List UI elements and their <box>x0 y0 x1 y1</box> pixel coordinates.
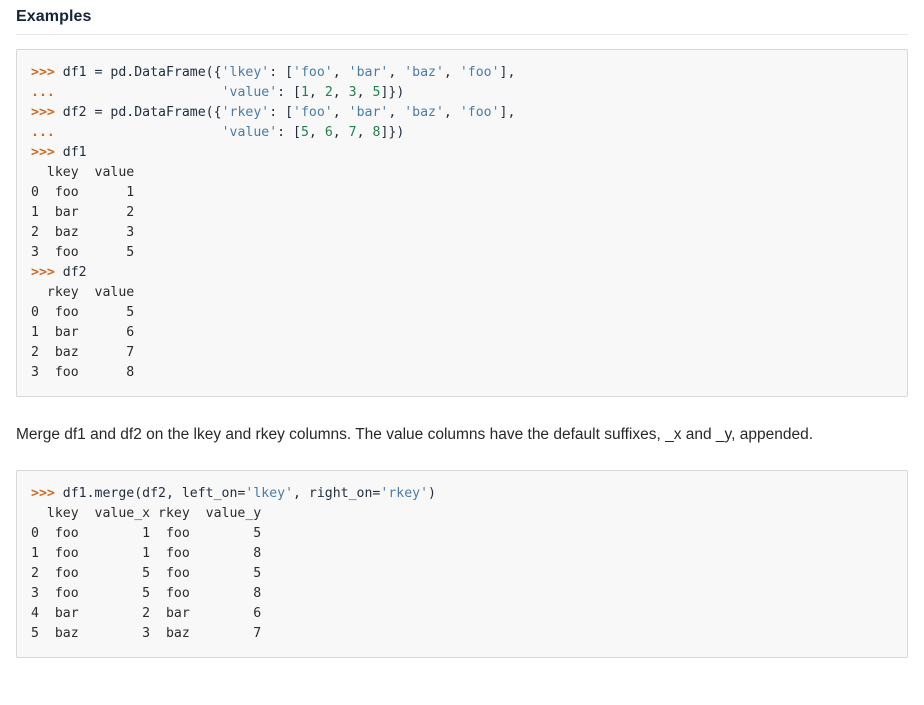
code-token-out: 3 foo 5 <box>31 245 135 260</box>
code-token-out: 0 foo 1 <box>31 185 135 200</box>
page-title: Examples <box>16 8 92 25</box>
code-token-plain: , <box>388 105 405 120</box>
code-token-prompt: >>> <box>31 65 63 80</box>
code-token-plain: ) <box>428 486 436 501</box>
code-token-out: lkey value_x rkey value_y <box>31 506 262 521</box>
code-token-str: 'rkey' <box>380 486 429 501</box>
code-token-out: rkey value <box>31 285 135 300</box>
code-token-out: 1 foo 1 foo 8 <box>31 546 262 561</box>
code-token-str: 'lkey' <box>245 486 294 501</box>
code-token-plain: ]}) <box>380 125 405 140</box>
code-token-cont: ... <box>31 125 63 140</box>
code-token-prompt: >>> <box>31 486 63 501</box>
code-token-str: 'value' <box>221 85 278 100</box>
code-token-num: 2 <box>324 85 333 100</box>
code-token-num: 3 <box>348 85 357 100</box>
documentation-page: Examples >>> df1 = pd.DataFrame({'lkey':… <box>0 0 924 658</box>
code-token-out: 2 foo 5 foo 5 <box>31 566 262 581</box>
code-token-str: 'lkey' <box>221 65 270 80</box>
code-content-result: >>> df1.merge(df2, left_on='lkey', right… <box>31 484 893 644</box>
code-token-plain: , <box>308 125 325 140</box>
code-token-str: 'baz' <box>404 65 444 80</box>
code-token-plain: , <box>388 65 405 80</box>
code-token-prompt: >>> <box>31 265 63 280</box>
code-token-plain: , <box>332 85 349 100</box>
code-token-plain: ], <box>499 105 516 120</box>
code-token-out: 4 bar 2 bar 6 <box>31 606 262 621</box>
code-token-plain: , <box>356 85 373 100</box>
code-token-plain: df2 = pd.DataFrame({ <box>62 105 222 120</box>
code-token-str: 'foo' <box>293 65 333 80</box>
code-content-setup: >>> df1 = pd.DataFrame({'lkey': ['foo', … <box>31 63 893 383</box>
code-token-out: 0 foo 5 <box>31 305 135 320</box>
code-token-num: 7 <box>348 125 357 140</box>
heading-divider <box>16 34 908 35</box>
code-token-plain: , <box>443 65 460 80</box>
code-token-plain: , <box>308 85 325 100</box>
code-token-out: lkey value <box>31 165 135 180</box>
code-token-plain: , <box>332 125 349 140</box>
code-token-num: 5 <box>300 125 309 140</box>
code-token-str: 'foo' <box>459 105 500 120</box>
code-token-plain: , <box>443 105 460 120</box>
code-token-out: 3 foo 5 foo 8 <box>31 586 262 601</box>
code-token-out: 5 baz 3 baz 7 <box>31 626 262 641</box>
code-block-setup: >>> df1 = pd.DataFrame({'lkey': ['foo', … <box>16 49 908 397</box>
code-token-plain: : [ <box>277 85 301 100</box>
code-token-out: 1 bar 6 <box>31 325 135 340</box>
code-token-prompt: >>> <box>31 145 63 160</box>
code-block-result: >>> df1.merge(df2, left_on='lkey', right… <box>16 470 908 658</box>
code-token-str: 'bar' <box>348 65 389 80</box>
code-token-str: 'rkey' <box>221 105 270 120</box>
code-token-plain: ], <box>499 65 516 80</box>
code-token-prompt: >>> <box>31 105 63 120</box>
code-token-str: 'foo' <box>459 65 500 80</box>
code-token-out: 2 baz 7 <box>31 345 135 360</box>
code-token-out: 0 foo 1 foo 5 <box>31 526 262 541</box>
code-token-plain: df1 <box>62 145 87 160</box>
code-token-str: 'baz' <box>404 105 444 120</box>
code-token-plain: , <box>332 105 349 120</box>
code-token-str: 'bar' <box>348 105 389 120</box>
code-token-out: 2 baz 3 <box>31 225 135 240</box>
code-token-cont: ... <box>31 85 63 100</box>
code-token-plain: , right_on= <box>293 486 381 501</box>
code-token-plain: ]}) <box>380 85 405 100</box>
code-token-out: 3 foo 8 <box>31 365 135 380</box>
code-token-num: 1 <box>300 85 309 100</box>
code-token-plain: df1.merge(df2, left_on= <box>62 486 246 501</box>
code-token-plain: df1 = pd.DataFrame({ <box>62 65 222 80</box>
code-token-str: 'value' <box>221 125 278 140</box>
description-paragraph: Merge df1 and df2 on the lkey and rkey c… <box>16 426 814 443</box>
code-token-plain: : [ <box>269 105 294 120</box>
code-token-out: 1 bar 2 <box>31 205 135 220</box>
code-token-str: 'foo' <box>293 105 333 120</box>
code-token-plain: , <box>332 65 349 80</box>
code-token-plain: df2 <box>62 265 87 280</box>
code-token-plain: : [ <box>269 65 294 80</box>
code-token-num: 6 <box>324 125 333 140</box>
code-token-plain: : [ <box>277 125 301 140</box>
code-token-plain: , <box>356 125 373 140</box>
